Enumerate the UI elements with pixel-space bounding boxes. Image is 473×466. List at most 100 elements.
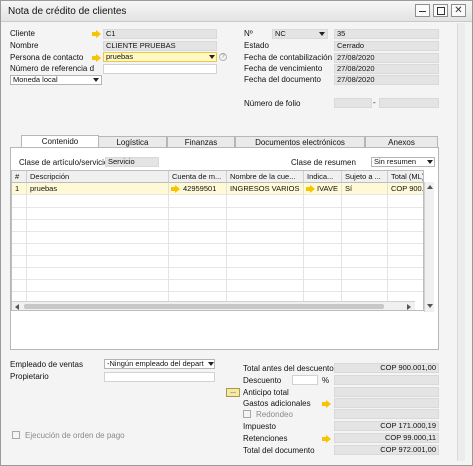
grid-line [12,255,423,256]
link-arrow-icon[interactable] [322,435,331,443]
lines-table: # Descripción Cuenta de m... Nombre de l… [11,170,424,311]
table-row[interactable]: 1 pruebas 42959501 INGRESOS VARIOS IVAVE… [12,183,423,195]
grid-line [12,207,423,208]
anticipo-field[interactable] [334,387,439,397]
folio-prefix-field[interactable] [334,98,372,108]
referencia-field[interactable] [103,64,217,74]
anticipo-more-button[interactable]: ... [226,388,240,397]
anticipo-label: Anticipo total [243,388,289,397]
window-scrollbar[interactable] [457,23,465,461]
clase-resumen-select[interactable]: Sin resumen [371,157,435,167]
column-header-sujeto[interactable]: Sujeto a ... [342,171,388,183]
scroll-up-icon[interactable] [427,185,433,189]
maximize-button[interactable] [433,4,448,17]
impuesto-label: Impuesto [243,422,276,431]
maximize-icon [436,7,445,15]
horizontal-scrollbar[interactable] [12,301,415,310]
fecha-contab-field[interactable]: 27/08/2020 [334,53,439,63]
folio-label: Número de folio [244,99,301,108]
minimize-icon [419,11,426,12]
moneda-select[interactable]: Moneda local [10,75,102,85]
estado-label: Estado [244,41,269,50]
nombre-field[interactable]: CLIENTE PRUEBAS [103,41,217,51]
descuento-amount-field[interactable] [334,375,439,385]
retenciones-label: Retenciones [243,434,288,443]
column-header-num[interactable]: # [12,171,27,183]
cell-indicador[interactable]: IVAVE [304,183,342,195]
contacto-label: Persona de contacto [10,53,84,62]
link-arrow-icon[interactable] [92,30,101,38]
fecha-venc-field[interactable]: 27/08/2020 [334,64,439,74]
close-icon: ✕ [454,5,463,16]
chevron-down-icon[interactable] [427,160,433,164]
cell-cuenta-value: 42959501 [183,184,217,193]
grid-line [12,219,423,220]
descuento-label: Descuento [243,376,282,385]
close-button[interactable]: ✕ [451,4,466,17]
scroll-thumb[interactable] [24,304,384,309]
cell-descripcion[interactable]: pruebas [27,183,169,195]
redondeo-field[interactable] [334,409,439,419]
minimize-button[interactable] [415,4,430,17]
fecha-contab-label: Fecha de contabilización [244,53,333,62]
fecha-venc-label: Fecha de vencimiento [244,64,323,73]
link-arrow-icon[interactable] [322,400,331,408]
total-antes-label: Total antes del descuento [243,364,334,373]
grid-line [12,291,423,292]
title-bar: Nota de crédito de clientes ✕ [1,1,472,22]
grid-line [26,195,27,301]
propietario-field[interactable] [104,372,215,382]
total-doc-field[interactable]: COP 972.001,00 [334,445,439,455]
scroll-down-icon[interactable] [427,304,433,308]
impuesto-field[interactable]: COP 171.000,19 [334,421,439,431]
column-header-cuenta[interactable]: Cuenta de m... [169,171,227,183]
clase-articulo-select[interactable]: Servicio [105,157,159,167]
clase-resumen-label: Clase de resumen [291,158,356,167]
cell-nombre-cuenta[interactable]: INGRESOS VARIOS [227,183,304,195]
scroll-left-icon[interactable] [15,304,19,310]
propietario-label: Propietario [10,372,49,381]
cliente-field[interactable]: C1 [103,29,217,39]
chevron-down-icon[interactable] [209,55,215,59]
chevron-down-icon[interactable] [93,78,99,82]
column-header-descripcion[interactable]: Descripción [27,171,169,183]
vertical-scrollbar[interactable] [424,182,434,312]
total-doc-label: Total del documento [243,446,315,455]
empleado-label: Empleado de ventas [10,360,83,369]
estado-field[interactable]: Cerrado [334,41,439,51]
redondeo-checkbox[interactable] [243,410,251,418]
numero-field[interactable]: 35 [334,29,439,39]
folio-separator: - [373,98,376,107]
nombre-label: Nombre [10,41,39,50]
contacto-select[interactable]: pruebas [103,52,217,62]
descuento-percent-field[interactable] [292,375,318,385]
scroll-right-icon[interactable] [407,304,411,310]
cell-sujeto[interactable]: Sí [342,183,388,195]
grid-line [387,195,388,301]
chevron-down-icon[interactable] [319,32,325,36]
column-header-nombre-cuenta[interactable]: Nombre de la cue... [227,171,304,183]
ejecucion-label: Ejecución de orden de pago [25,431,125,440]
fecha-doc-field[interactable]: 27/08/2020 [334,75,439,85]
window-title: Nota de crédito de clientes [8,6,127,17]
link-arrow-icon[interactable] [171,185,180,193]
link-arrow-icon[interactable] [92,54,101,62]
info-icon[interactable]: ? [219,53,227,61]
column-header-total[interactable]: Total (ML) [388,171,423,183]
total-antes-field[interactable]: COP 900.001,00 [334,363,439,373]
cell-total[interactable]: COP 900.00 [388,183,423,195]
folio-number-field[interactable] [379,98,439,108]
cliente-label: Cliente [10,29,35,38]
empleado-select[interactable]: -Ningún empleado del depart [104,359,215,369]
grid-line [168,195,169,301]
column-header-indicador[interactable]: Indica... [304,171,342,183]
link-arrow-icon[interactable] [306,185,315,193]
chevron-down-icon[interactable] [208,362,214,366]
retenciones-field[interactable]: COP 99.000,11 [334,433,439,443]
ejecucion-checkbox[interactable] [12,431,20,439]
grid-line [12,267,423,268]
cell-cuenta[interactable]: 42959501 [169,183,227,195]
gastos-field[interactable] [334,398,439,408]
fecha-doc-label: Fecha del documento [244,75,321,84]
grid-line [341,195,342,301]
